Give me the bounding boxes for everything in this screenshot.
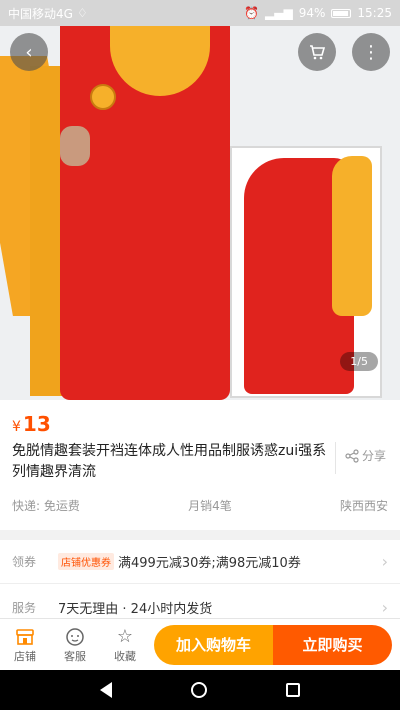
favorite-button[interactable]: ☆ 收藏 (100, 626, 150, 664)
coupon-text: 满499元减30券;满98元减10券 (118, 556, 301, 571)
system-navigation-bar (0, 670, 400, 710)
cart-button[interactable] (298, 33, 336, 71)
buy-now-button[interactable]: 立即购买 (273, 624, 392, 665)
shipping-info: 快递: 免运费 (12, 499, 80, 513)
product-photo-part (90, 84, 116, 110)
clock: 15:25 (357, 6, 392, 20)
gallery-pager: 1/5 (340, 352, 378, 371)
shop-label: 店铺 (14, 649, 36, 663)
chat-icon (64, 626, 86, 648)
battery-icon (331, 8, 352, 18)
share-button[interactable]: 分享 (345, 447, 386, 464)
shop-button[interactable]: 店铺 (0, 626, 50, 664)
back-button[interactable]: ‹ (10, 33, 48, 71)
divider (335, 442, 336, 474)
share-label: 分享 (362, 449, 387, 463)
ship-location: 陕西西安 (339, 499, 388, 513)
customer-service-button[interactable]: 客服 (50, 626, 100, 664)
notification-icon: ♢ (76, 6, 88, 20)
alarm-icon: ⏰ (244, 6, 260, 20)
coupon-row[interactable]: 领券 店铺优惠券 满499元减30券;满98元减10券 › (0, 540, 400, 584)
bottom-action-bar: 店铺 客服 ☆ 收藏 加入购物车 立即购买 (0, 618, 400, 670)
product-title: 免脱情趣套装开裆连体成人性用品制服诱惑zui强系列情趣界清流 (12, 443, 327, 480)
coupon-label: 领券 (12, 555, 37, 569)
carrier-text: 中国移动4G (8, 6, 73, 21)
purchase-buttons: 加入购物车 立即购买 (154, 624, 392, 665)
status-bar: 中国移动4G ♢ ⏰ ▂▄▆ 94% 15:25 (0, 0, 400, 26)
product-photo-part (60, 126, 90, 166)
price-value: 13 (22, 412, 51, 436)
share-icon (345, 448, 359, 463)
signal-icon: ▂▄▆ (265, 6, 293, 20)
currency-symbol: ¥ (12, 419, 21, 435)
chevron-right-icon: › (381, 597, 388, 617)
service-label: 服务 (12, 600, 37, 615)
cart-icon (310, 45, 326, 60)
shop-coupon-tag: 店铺优惠券 (58, 553, 114, 570)
more-vertical-icon: ⋮ (362, 41, 380, 63)
monthly-sales: 月销4笔 (188, 499, 232, 513)
back-triangle-icon[interactable] (99, 682, 112, 698)
customer-service-label: 客服 (64, 649, 86, 663)
more-options-button[interactable]: ⋮ (352, 33, 390, 71)
star-icon: ☆ (116, 626, 134, 647)
product-meta: 快递: 免运费 月销4笔 陕西西安 (12, 497, 388, 514)
chevron-right-icon: › (381, 552, 388, 571)
battery-text: 94% (298, 6, 326, 20)
recents-square-icon[interactable] (286, 683, 301, 697)
add-to-cart-button[interactable]: 加入购物车 (154, 624, 273, 665)
home-circle-icon[interactable] (190, 682, 207, 698)
service-text: 7天无理由 · 24小时内发货 (58, 601, 213, 617)
product-image-gallery[interactable] (0, 26, 400, 400)
chevron-left-icon: ‹ (25, 41, 33, 63)
favorite-label: 收藏 (114, 649, 136, 663)
shop-icon (14, 626, 36, 648)
price: ¥ 13 (12, 412, 51, 436)
section-divider (0, 530, 400, 540)
